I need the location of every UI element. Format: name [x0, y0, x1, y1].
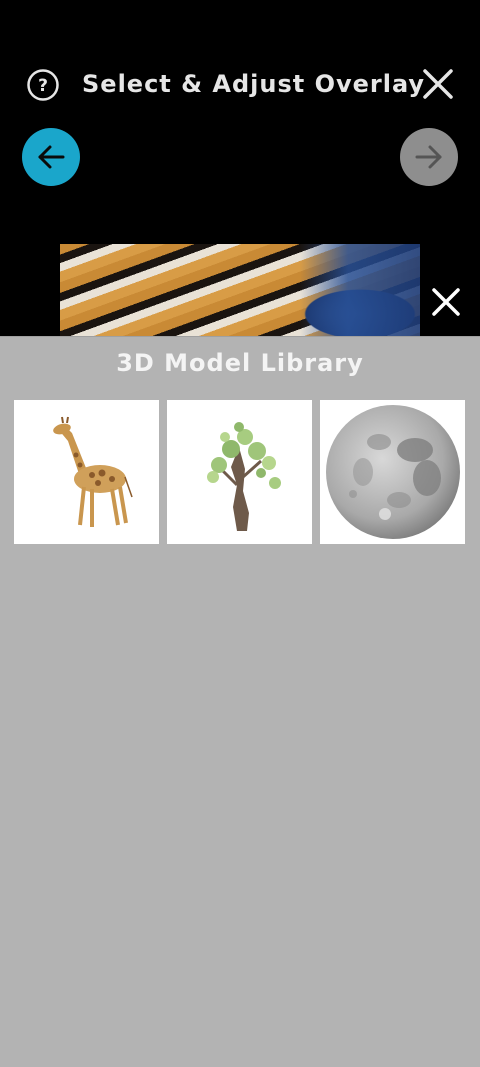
giraffe-thumbnail — [52, 416, 133, 527]
help-circle-icon[interactable]: ? — [26, 68, 60, 102]
moon-thumbnail — [325, 405, 460, 539]
svg-text:?: ? — [38, 76, 48, 96]
model-item-moon[interactable] — [320, 400, 465, 544]
next-button[interactable] — [400, 128, 458, 186]
back-button[interactable] — [22, 128, 80, 186]
preview-shade — [300, 244, 420, 344]
arrow-left-icon — [38, 145, 65, 169]
model-item-tree[interactable] — [167, 400, 312, 544]
arrow-right-icon — [415, 145, 442, 169]
page-title: Select & Adjust Overlay — [82, 70, 426, 98]
close-icon[interactable] — [420, 66, 456, 102]
model-item-giraffe[interactable] — [14, 400, 159, 544]
close-icon[interactable] — [428, 284, 464, 320]
model-library-panel: 3D Model Library — [0, 336, 480, 1067]
top-bar: ? Select & Adjust Overlay — [0, 0, 480, 230]
overlay-preview-image — [60, 244, 420, 344]
tree-thumbnail — [206, 422, 281, 531]
library-title: 3D Model Library — [116, 349, 364, 377]
